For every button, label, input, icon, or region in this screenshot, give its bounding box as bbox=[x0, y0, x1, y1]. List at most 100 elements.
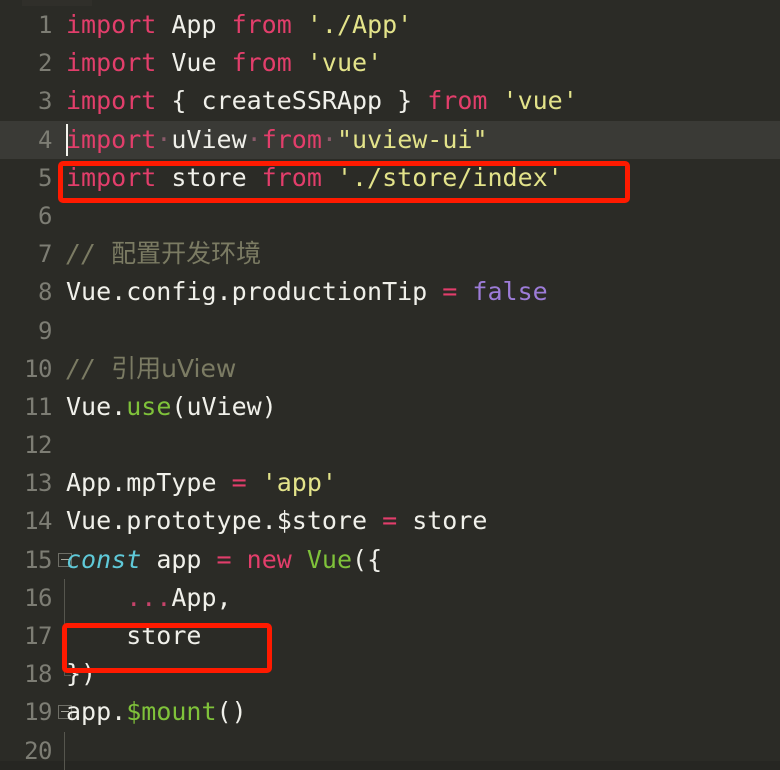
token-meth: Vue bbox=[306, 544, 353, 574]
token-kw: new bbox=[246, 544, 292, 574]
code-text: Vue.config.productionTip = false bbox=[66, 273, 548, 311]
line-number: 1 bbox=[38, 11, 52, 39]
token-plain: createSSRApp bbox=[201, 86, 383, 116]
code-text: App.mpType = 'app' bbox=[66, 464, 337, 502]
line-number: 5 bbox=[38, 163, 52, 192]
token-plain: uView bbox=[186, 391, 262, 421]
line-number: 14 bbox=[24, 507, 52, 536]
code-line[interactable]: 17 store bbox=[0, 617, 780, 656]
code-text: // 引用uView bbox=[66, 350, 236, 388]
code-text: Vue.prototype.$store = store bbox=[66, 502, 487, 540]
text-cursor bbox=[66, 123, 68, 156]
code-line[interactable]: 13 App.mpType = 'app' bbox=[0, 464, 780, 502]
token-plain: uView bbox=[171, 124, 247, 154]
token-str: "uview-ui" bbox=[336, 124, 488, 154]
code-line[interactable]: 20 bbox=[0, 731, 780, 770]
line-number: 4 bbox=[38, 125, 52, 154]
token-plain: Vue. bbox=[66, 391, 127, 421]
line-number: 9 bbox=[38, 316, 52, 345]
token-kw: import bbox=[66, 48, 157, 78]
code-line[interactable]: 15 const app = new Vue({ bbox=[0, 541, 780, 579]
token-kw: from bbox=[261, 124, 322, 154]
token-ctrl: const bbox=[66, 544, 142, 574]
code-line[interactable]: 2 import Vue from 'vue' bbox=[0, 44, 780, 82]
token-plain: store bbox=[66, 621, 202, 650]
code-text: import App from './App' bbox=[66, 6, 412, 44]
token-plain: app bbox=[141, 544, 217, 574]
fold-guide-line bbox=[64, 617, 65, 656]
code-line[interactable]: 3 import { createSSRApp } from 'vue' bbox=[0, 82, 780, 120]
line-number: 2 bbox=[38, 49, 52, 78]
code-line[interactable]: 8 Vue.config.productionTip = false bbox=[0, 273, 780, 311]
fold-guide-line bbox=[64, 578, 65, 617]
code-line[interactable]: 18}) bbox=[0, 655, 780, 693]
code-text: import { createSSRApp } from 'vue' bbox=[66, 82, 578, 120]
token-punc: } bbox=[382, 86, 428, 116]
code-line[interactable]: 1 import App from './App' bbox=[0, 6, 780, 44]
code-line[interactable]: 7 // 配置开发环境 bbox=[0, 235, 780, 273]
code-text: import store from './store/index' bbox=[66, 159, 563, 197]
token-kw: import bbox=[66, 10, 157, 39]
code-line[interactable]: 16 ...App, bbox=[0, 578, 780, 617]
token-str: './store/index' bbox=[336, 162, 563, 192]
code-editor[interactable]: 1 import App from './App' 2 import Vue from… bbox=[0, 0, 780, 770]
token-kw: import bbox=[66, 162, 157, 192]
line-number: 12 bbox=[24, 431, 52, 460]
fold-guide-line bbox=[64, 655, 71, 677]
token-val: false bbox=[472, 277, 548, 307]
code-line[interactable]: 4 import·uView·from·"uview-ui" bbox=[0, 120, 780, 159]
token-cmt: // bbox=[66, 353, 112, 383]
line-number: 7 bbox=[38, 240, 52, 269]
token-plain: App, bbox=[171, 582, 232, 612]
token-plain: Vue.config.productionTip bbox=[66, 277, 443, 307]
token-kw: from bbox=[261, 162, 322, 192]
token-kw2: = bbox=[442, 277, 458, 307]
token-cmt-cjk: 引用uView bbox=[111, 353, 237, 383]
token-ws: · bbox=[246, 124, 262, 154]
line-number: 8 bbox=[38, 278, 52, 307]
line-number: 16 bbox=[24, 583, 52, 612]
code-line[interactable]: 6 bbox=[0, 197, 780, 235]
token-kw: from bbox=[427, 86, 488, 116]
token-punc: () bbox=[216, 697, 247, 727]
code-text: store bbox=[66, 617, 201, 655]
token-punc: ({ bbox=[352, 544, 383, 574]
token-meth: use bbox=[126, 391, 172, 421]
line-number: 15 bbox=[24, 545, 52, 574]
code-lines[interactable]: 1 import App from './App' 2 import Vue from… bbox=[0, 6, 780, 770]
token-cmt: // bbox=[66, 239, 112, 269]
line-number: 3 bbox=[38, 87, 52, 116]
line-number: 10 bbox=[24, 354, 52, 383]
token-kw2: = bbox=[231, 468, 247, 498]
token-plain: Vue bbox=[156, 48, 232, 78]
line-number: 18 bbox=[24, 660, 52, 689]
code-line[interactable]: 14 Vue.prototype.$store = store bbox=[0, 502, 780, 540]
token-ws: · bbox=[321, 124, 337, 154]
token-kw2: = bbox=[216, 544, 232, 574]
token-cmt-cjk: 配置开发环境 bbox=[111, 239, 262, 269]
token-str: './App' bbox=[306, 10, 413, 39]
token-punc: { bbox=[156, 86, 202, 116]
code-line[interactable]: 19 app.$mount() bbox=[0, 693, 780, 731]
token-plain: App.mpType bbox=[66, 468, 232, 498]
token-str: 'vue' bbox=[306, 48, 383, 78]
code-line[interactable]: 10 // 引用uView bbox=[0, 350, 780, 388]
code-line[interactable]: 9 bbox=[0, 312, 780, 350]
code-line[interactable]: 11 Vue.use(uView) bbox=[0, 388, 780, 426]
token-plain: app. bbox=[66, 697, 127, 727]
code-text: }) bbox=[66, 655, 96, 693]
token-str: 'vue' bbox=[502, 86, 578, 116]
token-punc: ( bbox=[171, 391, 187, 421]
code-text: Vue.use(uView) bbox=[66, 388, 277, 426]
code-line[interactable]: 12 bbox=[0, 426, 780, 464]
code-text: import Vue from 'vue' bbox=[66, 44, 382, 82]
code-line[interactable]: 5 import store from './store/index' bbox=[0, 159, 780, 197]
token-plain: Vue.prototype.$store bbox=[66, 506, 383, 536]
line-number: 13 bbox=[24, 469, 52, 498]
